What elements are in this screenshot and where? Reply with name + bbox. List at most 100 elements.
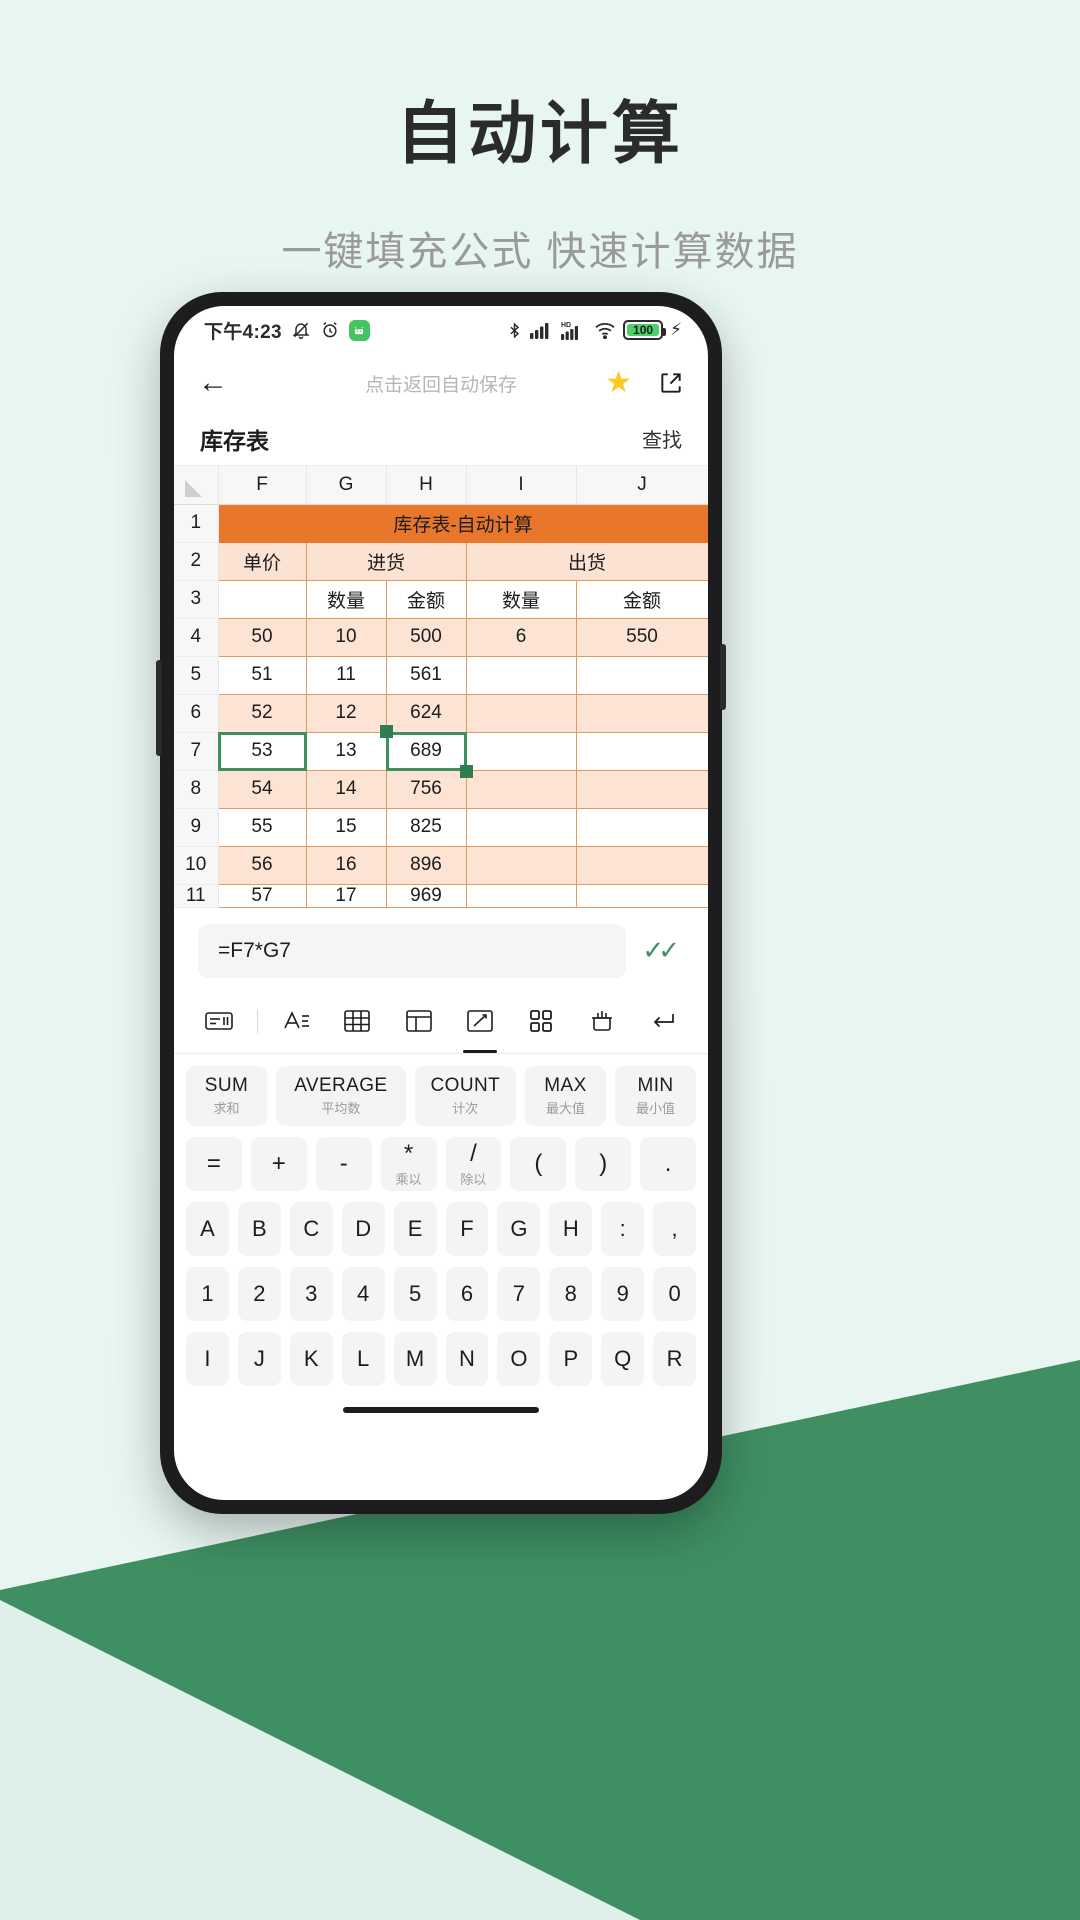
key-e[interactable]: E xyxy=(393,1201,437,1256)
key-7[interactable]: 7 xyxy=(497,1266,541,1321)
keyboard-icon[interactable] xyxy=(196,999,242,1043)
key-n[interactable]: N xyxy=(445,1331,489,1386)
table-row[interactable]: 11 57 17 969 xyxy=(174,883,708,908)
row-header-8[interactable]: 8 xyxy=(174,770,219,809)
cell-h10[interactable]: 896 xyxy=(385,845,467,885)
row-header-4[interactable]: 4 xyxy=(174,618,219,657)
cell-f11[interactable]: 57 xyxy=(217,883,307,908)
cell-j5[interactable] xyxy=(575,655,708,695)
cell-j4[interactable]: 550 xyxy=(575,617,708,657)
key-colon[interactable]: : xyxy=(601,1201,645,1256)
key-g[interactable]: G xyxy=(497,1201,541,1256)
table-row[interactable]: 5 51 11 561 xyxy=(174,655,708,695)
spreadsheet-grid[interactable]: F G H I J 1 库存表-自动计算 2 单价 进货 出货 3 数量 金额 xyxy=(174,466,708,908)
cell-i6[interactable] xyxy=(465,693,577,733)
cell-f4[interactable]: 50 xyxy=(217,617,307,657)
table-row[interactable]: 10 56 16 896 xyxy=(174,845,708,885)
share-icon[interactable] xyxy=(658,370,684,396)
key-d[interactable]: D xyxy=(341,1201,385,1256)
cell-i3[interactable]: 数量 xyxy=(465,579,577,619)
key-equals[interactable]: = xyxy=(186,1136,242,1191)
key-sum[interactable]: SUM 求和 xyxy=(186,1065,268,1126)
cell-f6[interactable]: 52 xyxy=(217,693,307,733)
cell-g10[interactable]: 16 xyxy=(305,845,387,885)
table-row[interactable]: 3 数量 金额 数量 金额 xyxy=(174,579,708,619)
row-header-6[interactable]: 6 xyxy=(174,694,219,733)
key-dot[interactable]: . xyxy=(640,1136,696,1191)
row-header-2[interactable]: 2 xyxy=(174,542,219,581)
cell-i11[interactable] xyxy=(465,883,577,908)
cell-f10[interactable]: 56 xyxy=(217,845,307,885)
key-min[interactable]: MIN 最小值 xyxy=(614,1065,697,1126)
column-header-h[interactable]: H xyxy=(386,466,467,505)
table-row[interactable]: 2 单价 进货 出货 xyxy=(174,541,708,581)
key-l[interactable]: L xyxy=(341,1331,385,1386)
cell-g6[interactable]: 12 xyxy=(305,693,387,733)
key-max[interactable]: MAX 最大值 xyxy=(524,1065,606,1126)
cell-g7[interactable]: 13 xyxy=(305,731,387,771)
key-r[interactable]: R xyxy=(653,1331,697,1386)
cell-j7[interactable] xyxy=(575,731,708,771)
star-icon[interactable]: ★ xyxy=(605,368,632,398)
cell-j6[interactable] xyxy=(575,693,708,733)
cell-i7[interactable] xyxy=(465,731,577,771)
table-row[interactable]: 4 50 10 500 6 550 xyxy=(174,617,708,657)
cell-f7-selected[interactable]: 53 xyxy=(217,731,307,771)
key-c[interactable]: C xyxy=(289,1201,333,1256)
key-m[interactable]: M xyxy=(393,1331,437,1386)
layout-icon[interactable] xyxy=(396,999,442,1043)
table-grid-icon[interactable] xyxy=(334,999,380,1043)
key-divide[interactable]: / 除以 xyxy=(445,1136,502,1191)
key-5[interactable]: 5 xyxy=(393,1266,437,1321)
cell-h8[interactable]: 756 xyxy=(385,769,467,809)
row-header-5[interactable]: 5 xyxy=(174,656,219,695)
column-header-j[interactable]: J xyxy=(576,466,708,505)
key-average[interactable]: AVERAGE 平均数 xyxy=(276,1065,406,1126)
key-paren-close[interactable]: ) xyxy=(575,1136,632,1191)
eraser-icon[interactable] xyxy=(579,999,625,1043)
key-1[interactable]: 1 xyxy=(186,1266,229,1321)
row-header-1[interactable]: 1 xyxy=(174,504,219,543)
row-header-9[interactable]: 9 xyxy=(174,808,219,847)
cell-g4[interactable]: 10 xyxy=(305,617,387,657)
sheet-name-label[interactable]: 库存表 xyxy=(200,422,269,456)
cell-f2[interactable]: 单价 xyxy=(217,541,307,581)
fill-handle-top[interactable] xyxy=(379,724,393,738)
key-count[interactable]: COUNT 计次 xyxy=(414,1065,516,1126)
table-row[interactable]: 1 库存表-自动计算 xyxy=(174,503,708,543)
cell-i4[interactable]: 6 xyxy=(465,617,577,657)
cell-h3[interactable]: 金额 xyxy=(385,579,467,619)
row-header-7[interactable]: 7 xyxy=(174,732,219,771)
cell-h9[interactable]: 825 xyxy=(385,807,467,847)
key-q[interactable]: Q xyxy=(601,1331,645,1386)
formula-icon[interactable] xyxy=(457,999,503,1053)
formula-input[interactable]: =F7*G7 xyxy=(198,923,627,978)
key-f[interactable]: F xyxy=(445,1201,489,1256)
apps-grid-icon[interactable] xyxy=(518,999,564,1043)
cell-i8[interactable] xyxy=(465,769,577,809)
cell-h7-fill-target[interactable]: 689 xyxy=(379,724,473,778)
key-j[interactable]: J xyxy=(237,1331,281,1386)
key-comma[interactable]: , xyxy=(653,1201,697,1256)
cell-g11[interactable]: 17 xyxy=(305,883,387,908)
cell-f8[interactable]: 54 xyxy=(217,769,307,809)
cell-h4[interactable]: 500 xyxy=(385,617,467,657)
cell-f9[interactable]: 55 xyxy=(217,807,307,847)
row-header-10[interactable]: 10 xyxy=(174,846,219,885)
table-row[interactable]: 6 52 12 624 xyxy=(174,693,708,733)
key-minus[interactable]: - xyxy=(315,1136,372,1191)
cell-i9[interactable] xyxy=(465,807,577,847)
cell-g5[interactable]: 11 xyxy=(305,655,387,695)
column-header-f[interactable]: F xyxy=(218,466,307,505)
find-button[interactable]: 查找 xyxy=(642,424,682,453)
cell-h11[interactable]: 969 xyxy=(385,883,467,908)
key-8[interactable]: 8 xyxy=(549,1266,593,1321)
key-k[interactable]: K xyxy=(289,1331,333,1386)
back-arrow-icon[interactable]: ← xyxy=(198,368,228,398)
cell-g9[interactable]: 15 xyxy=(305,807,387,847)
enter-icon[interactable] xyxy=(640,999,686,1043)
cell-h6[interactable]: 624 xyxy=(385,693,467,733)
home-indicator[interactable] xyxy=(186,1397,696,1431)
key-3[interactable]: 3 xyxy=(289,1266,333,1321)
cell-j9[interactable] xyxy=(575,807,708,847)
